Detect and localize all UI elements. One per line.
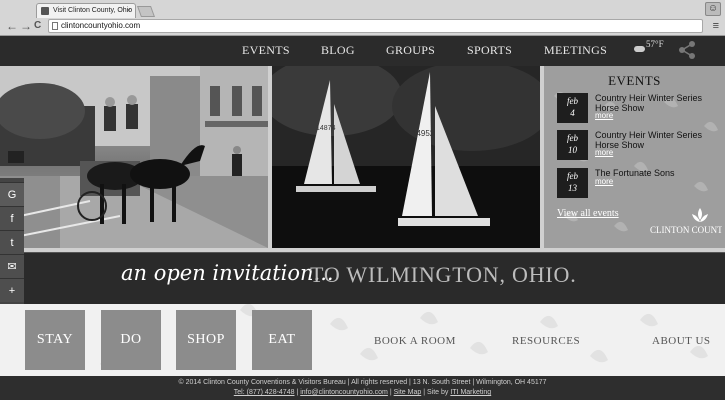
logo-text: CLINTON COUNTY <box>650 225 722 235</box>
facebook-icon[interactable]: f <box>0 206 24 230</box>
footer-email-link[interactable]: info@clintoncountyohio.com <box>300 389 388 396</box>
site-nav: EVENTS BLOG GROUPS SPORTS MEETINGS 57°F <box>0 36 725 66</box>
footer-sitemap-link[interactable]: Site Map <box>394 389 422 396</box>
site-footer: © 2014 Clinton County Conventions & Visi… <box>0 376 725 400</box>
event-date-badge: feb 10 <box>557 130 588 160</box>
address-bar[interactable]: clintoncountyohio.com <box>48 19 703 33</box>
invitation-banner: an open invitation... TO WILMINGTON, OHI… <box>24 252 725 304</box>
google-plus-icon[interactable]: G <box>0 182 24 206</box>
tab-close-icon[interactable]: × <box>126 4 131 18</box>
cloud-icon <box>634 46 645 52</box>
event-more-link[interactable]: more <box>595 148 613 157</box>
events-panel: EVENTS feb 4 Country Heir Winter Series … <box>544 66 725 248</box>
forward-icon[interactable]: → <box>20 19 32 33</box>
horse-carriage-photo <box>0 66 268 248</box>
resources-link[interactable]: RESOURCES <box>512 335 580 347</box>
stay-button[interactable]: STAY <box>25 310 85 370</box>
browser-chrome: Visit Clinton County, Ohio × ☺ ← → C cli… <box>0 0 725 36</box>
browser-menu-icon[interactable]: ≡ <box>713 20 719 32</box>
weather-temperature: 57°F <box>646 39 664 49</box>
event-item: feb 4 Country Heir Winter Series Horse S… <box>556 93 721 127</box>
favicon-icon <box>41 7 49 15</box>
event-name[interactable]: Country Heir Winter Series Horse Show <box>595 130 721 150</box>
footer-separator: | <box>296 389 299 396</box>
sailboats-photo: 14874 14952 <box>272 66 540 248</box>
event-item: feb 10 Country Heir Winter Series Horse … <box>556 130 721 164</box>
event-day: 4 <box>570 108 575 118</box>
reload-icon[interactable]: C <box>34 19 41 33</box>
about-us-link[interactable]: ABOUT US <box>652 335 711 347</box>
event-month: feb <box>567 171 578 181</box>
footer-separator: | <box>389 389 392 396</box>
twitter-icon[interactable]: t <box>0 230 24 254</box>
shop-button[interactable]: SHOP <box>176 310 236 370</box>
event-day: 10 <box>568 145 577 155</box>
share-icon[interactable] <box>676 39 698 61</box>
banner-script-text: an open invitation... <box>121 261 334 285</box>
clinton-county-logo: CLINTON COUNTY <box>650 208 722 235</box>
footer-phone-link[interactable]: Tel: (877) 428-4748 <box>234 389 295 396</box>
back-icon[interactable]: ← <box>6 19 18 33</box>
browser-tab[interactable]: Visit Clinton County, Ohio × <box>36 3 136 18</box>
event-month: feb <box>567 133 578 143</box>
sail-number-1: 14874 <box>316 125 336 132</box>
hero-section: 14874 14952 EVENTS feb 4 Country Heir Wi… <box>0 66 725 252</box>
do-button[interactable]: DO <box>101 310 161 370</box>
nav-events[interactable]: EVENTS <box>242 43 290 58</box>
events-title: EVENTS <box>608 73 661 88</box>
user-profile-icon[interactable]: ☺ <box>705 2 721 16</box>
event-more-link[interactable]: more <box>595 177 613 186</box>
event-name[interactable]: Country Heir Winter Series Horse Show <box>595 93 721 113</box>
book-a-room-link[interactable]: BOOK A ROOM <box>374 335 456 347</box>
eat-button[interactable]: EAT <box>252 310 312 370</box>
new-tab-button[interactable] <box>136 6 156 17</box>
tab-title: Visit Clinton County, Ohio <box>53 7 133 14</box>
event-day: 13 <box>568 183 577 193</box>
event-month: feb <box>567 96 578 106</box>
nav-sports[interactable]: SPORTS <box>467 43 512 58</box>
category-section: STAY DO SHOP EAT BOOK A ROOM RESOURCES A… <box>0 304 725 376</box>
footer-site-by-link[interactable]: ITI Marketing <box>450 389 491 396</box>
footer-site-by-label: Site by <box>426 389 449 396</box>
event-more-link[interactable]: more <box>595 111 613 120</box>
view-all-events-link[interactable]: View all events <box>557 208 619 219</box>
footer-separator: | <box>423 389 426 396</box>
footer-links: Tel: (877) 428-4748 | info@clintoncounty… <box>0 389 725 396</box>
page-icon <box>52 22 58 30</box>
url-text: clintoncountyohio.com <box>61 21 141 30</box>
event-name[interactable]: The Fortunate Sons <box>595 168 721 178</box>
nav-groups[interactable]: GROUPS <box>386 43 435 58</box>
sail-number-2: 14952 <box>412 129 435 138</box>
add-share-icon[interactable]: + <box>0 278 24 302</box>
event-item: feb 13 The Fortunate Sons more <box>556 168 721 202</box>
nav-blog[interactable]: BLOG <box>321 43 355 58</box>
event-date-badge: feb 13 <box>557 168 588 198</box>
banner-caps-text: TO WILMINGTON, OHIO. <box>310 262 577 287</box>
email-icon[interactable]: ✉ <box>0 254 24 278</box>
nav-meetings[interactable]: MEETINGS <box>544 43 607 58</box>
event-date-badge: feb 4 <box>557 93 588 123</box>
footer-copyright: © 2014 Clinton County Conventions & Visi… <box>178 379 547 386</box>
social-sidebar: G f t ✉ + <box>0 178 24 304</box>
